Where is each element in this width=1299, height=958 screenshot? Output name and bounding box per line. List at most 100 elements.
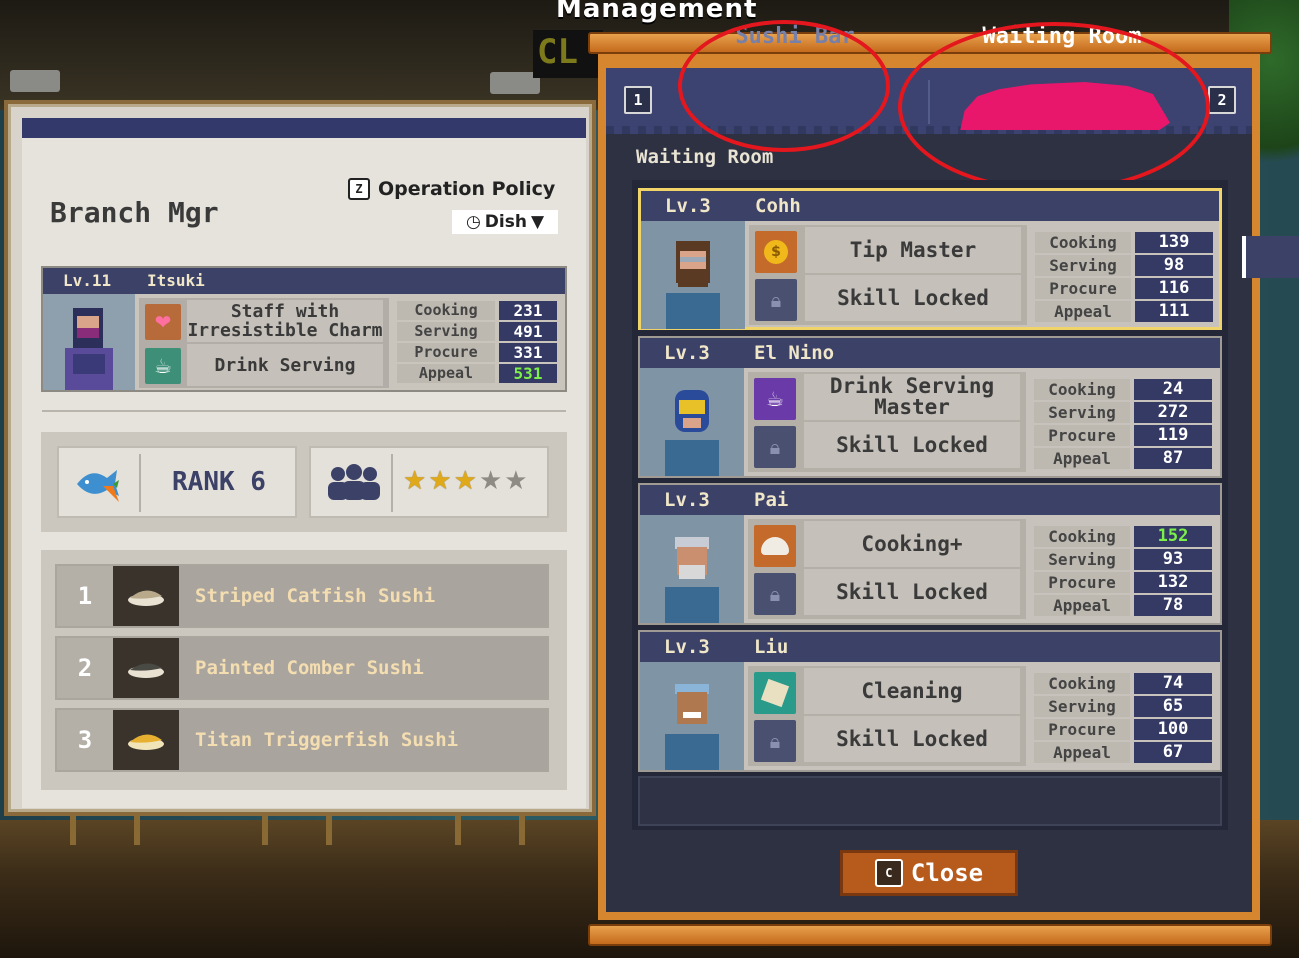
empty-staff-slot: [638, 776, 1222, 826]
stat-label: Cooking: [1034, 526, 1130, 547]
skill-name: Cooking+: [804, 521, 1020, 567]
manager-portrait: [43, 294, 135, 390]
scene-stool: [70, 815, 140, 845]
tab-sushi-bar[interactable]: Sushi Bar: [700, 16, 890, 56]
staff-portrait: [640, 662, 744, 770]
stat-label: Cooking: [397, 300, 495, 320]
stat-label: Appeal: [1034, 448, 1130, 469]
stat-label: Procure: [1034, 572, 1130, 593]
skill-name: Skill Locked: [804, 716, 1020, 762]
star-filled-icon: ★: [403, 466, 427, 496]
scene-stool: [455, 815, 525, 845]
star-filled-icon: ★: [428, 466, 452, 496]
menu-item[interactable]: 1 Striped Catfish Sushi: [55, 564, 549, 628]
rating-card[interactable]: ★ ★ ★ ★ ★: [309, 446, 549, 518]
skill-name: Skill Locked: [804, 422, 1020, 468]
staff-card[interactable]: Lv.3 Cohh $ Tip Master 🔒︎ Skill Locked C…: [638, 188, 1222, 330]
fish-carrot-icon: [69, 456, 129, 508]
policy-dropdown[interactable]: ◷ Dish ▼: [452, 210, 558, 234]
staff-card[interactable]: Lv.3 Liu Cleaning 🔒︎ Skill Locked Cookin…: [638, 630, 1222, 772]
stat-value: 87: [1134, 448, 1212, 469]
stat-value: 116: [1135, 278, 1213, 299]
staff-header: Lv.3 Pai: [640, 485, 1220, 515]
staff-name: Cohh: [755, 195, 801, 217]
menu-item-name: Striped Catfish Sushi: [179, 566, 547, 626]
policy-value: Dish: [484, 212, 527, 232]
staff-level: Lv.3: [664, 636, 710, 658]
stat-value: 111: [1135, 301, 1213, 322]
stat-value: 74: [1134, 673, 1212, 694]
skill-name: Tip Master: [805, 227, 1021, 273]
star-rating: ★ ★ ★ ★ ★: [403, 466, 528, 496]
staff-card[interactable]: Lv.3 El Nino ☕ Drink Serving Master 🔒︎ S…: [638, 336, 1222, 478]
stat-label: Appeal: [397, 363, 495, 383]
sushi-icon: [113, 566, 179, 626]
stat-label: Serving: [1034, 549, 1130, 570]
staff-card[interactable]: Lv.3 Pai Cooking+ 🔒︎ Skill Locked Cookin…: [638, 483, 1222, 625]
staff-portrait: [640, 368, 744, 476]
rank-label: RANK 6: [172, 467, 266, 497]
stat-value: 531: [499, 363, 557, 383]
manager-card[interactable]: Lv.11 Itsuki ❤ Staff with Irresistible C…: [41, 266, 567, 392]
skill-name: Drink Serving Master: [804, 374, 1020, 420]
star-filled-icon: ★: [453, 466, 477, 496]
clock-icon: ◷: [465, 212, 481, 232]
stat-value: 24: [1134, 379, 1212, 400]
side-panel-tab[interactable]: [1242, 236, 1299, 278]
lock-icon: 🔒︎: [755, 279, 797, 321]
staff-level: Lv.3: [664, 489, 710, 511]
close-button[interactable]: C Close: [840, 850, 1018, 896]
lock-icon: 🔒︎: [754, 573, 796, 615]
skill-name: Drink Serving: [187, 344, 383, 386]
stat-label: Procure: [1034, 425, 1130, 446]
stat-label: Procure: [1034, 719, 1130, 740]
tab-waiting-room[interactable]: Waiting Room: [960, 16, 1164, 56]
lock-icon: 🔒︎: [754, 720, 796, 762]
stat-value: 78: [1134, 595, 1212, 616]
menu-item[interactable]: 2 Painted Comber Sushi: [55, 636, 549, 700]
stat-label: Serving: [1035, 255, 1131, 276]
stat-label: Appeal: [1034, 595, 1130, 616]
staff-header: Lv.3 El Nino: [640, 338, 1220, 368]
sushi-icon: [113, 710, 179, 770]
staff-level: Lv.3: [664, 342, 710, 364]
separator: [139, 454, 141, 512]
cleaning-cloth-icon: [754, 672, 796, 714]
stat-value: 93: [1134, 549, 1212, 570]
stat-value: 272: [1134, 402, 1212, 423]
menu-item-name: Painted Comber Sushi: [179, 638, 547, 698]
staff-skills: $ Tip Master 🔒︎ Skill Locked: [749, 225, 1027, 325]
rank-card[interactable]: RANK 6: [57, 446, 297, 518]
lamp-icon: [10, 70, 60, 92]
staff-header: Lv.3 Cohh: [641, 191, 1219, 221]
manager-stats: Cooking 231 Serving 491 Procure 331 Appeal 5…: [397, 300, 557, 386]
staff-level: Lv.3: [665, 195, 711, 217]
menu-item-number: 1: [57, 566, 113, 626]
manager-name: Itsuki: [147, 271, 205, 290]
skill-name: Cleaning: [804, 668, 1020, 714]
stat-label: Procure: [1035, 278, 1131, 299]
stat-value: 132: [1134, 572, 1212, 593]
staff-stats: Cooking 152 Serving 93 Procure 132 Appeal 78: [1034, 525, 1212, 619]
stat-label: Cooking: [1035, 232, 1131, 253]
divider: [42, 410, 566, 412]
heart-icon: ❤: [145, 304, 181, 340]
stat-label: Procure: [397, 342, 495, 362]
bun-icon: [754, 525, 796, 567]
section-label: Waiting Room: [636, 146, 774, 168]
stat-value: 231: [499, 300, 557, 320]
key-hint-1[interactable]: 1: [624, 86, 652, 114]
menu-item-number: 3: [57, 710, 113, 770]
menu-item[interactable]: 3 Titan Triggerfish Sushi: [55, 708, 549, 772]
lock-icon: 🔒︎: [754, 426, 796, 468]
staff-skills: ☕ Drink Serving Master 🔒︎ Skill Locked: [748, 372, 1026, 472]
skill-name: Staff with Irresistible Charm: [187, 300, 383, 342]
key-hint-2[interactable]: 2: [1208, 86, 1236, 114]
rank-area: RANK 6 ★ ★ ★ ★ ★: [41, 432, 567, 532]
skill-row: ❤ Staff with Irresistible Charm: [139, 300, 389, 342]
menu-item-number: 2: [57, 638, 113, 698]
stat-label: Serving: [1034, 696, 1130, 717]
menu-item-name: Titan Triggerfish Sushi: [179, 710, 547, 770]
operation-policy[interactable]: Z Operation Policy: [348, 178, 555, 200]
tab-separator: [928, 80, 930, 124]
